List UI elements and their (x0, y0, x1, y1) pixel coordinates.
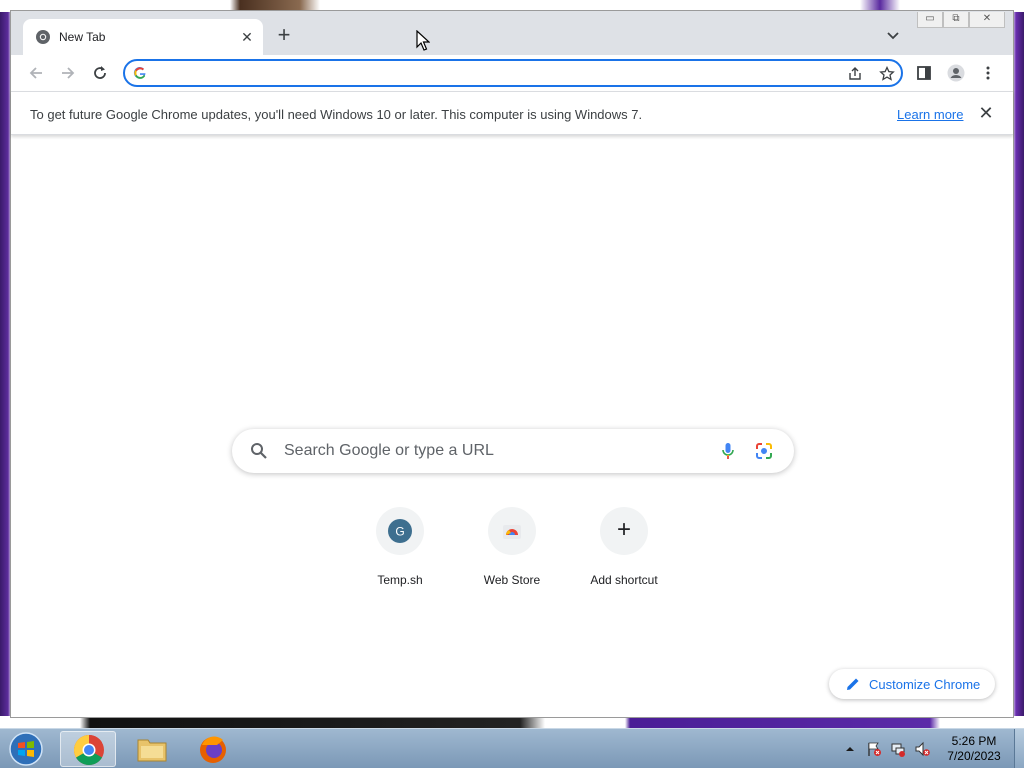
chrome-icon (73, 735, 104, 766)
tab-close-icon[interactable]: ✕ (238, 28, 256, 46)
back-arrow-icon[interactable] (27, 64, 45, 82)
mouse-cursor-icon (416, 30, 430, 51)
action-center-flag-icon[interactable] (866, 741, 882, 757)
show-desktop-button[interactable] (1014, 729, 1024, 768)
chrome-window: New Tab ✕ + ▭ ⧉ ✕ To get future Google C… (10, 10, 1014, 718)
minimize-button[interactable]: ▭ (917, 12, 943, 28)
shortcut-label: Web Store (483, 573, 541, 587)
shortcut-temp-sh[interactable]: G Temp.sh (344, 507, 456, 597)
share-icon[interactable] (847, 66, 863, 82)
taskbar-firefox[interactable] (186, 731, 242, 767)
taskbar-chrome[interactable] (60, 731, 116, 767)
omnibox-input[interactable] (153, 64, 833, 82)
temp-sh-letter: G (395, 525, 404, 539)
shortcut-icon-circle: G (376, 507, 424, 555)
clock-time: 5:26 PM (951, 734, 997, 748)
reload-icon[interactable] (91, 64, 109, 82)
show-hidden-icons-chevron-icon[interactable] (844, 741, 856, 757)
customize-chrome-button[interactable]: Customize Chrome (829, 669, 995, 699)
learn-more-link[interactable]: Learn more (897, 107, 963, 122)
tab-new-tab[interactable]: New Tab ✕ (23, 19, 263, 55)
profile-avatar-icon[interactable] (947, 64, 965, 82)
temp-sh-favicon: G (388, 519, 412, 543)
shortcut-icon-circle: + (600, 507, 648, 555)
folder-icon (137, 739, 167, 762)
forward-arrow-icon[interactable] (59, 64, 77, 82)
tab-search-chevron-icon[interactable] (885, 27, 901, 43)
ntp-search-box[interactable] (232, 429, 794, 473)
side-panel-icon[interactable] (915, 64, 933, 82)
kebab-menu-icon[interactable] (979, 64, 997, 82)
infobar-close-icon[interactable]: ✕ (977, 104, 995, 122)
plus-icon: + (616, 516, 631, 543)
taskbar-clock[interactable]: 5:26 PM 7/20/2023 (938, 734, 1010, 764)
chrome-favicon-icon (36, 30, 50, 44)
tab-title: New Tab (59, 30, 106, 44)
bookmark-star-icon[interactable] (879, 66, 895, 82)
volume-muted-icon[interactable] (914, 741, 930, 757)
windows-start-orb-icon[interactable] (6, 731, 46, 767)
update-infobar: To get future Google Chrome updates, you… (11, 91, 1013, 135)
customize-chrome-label: Customize Chrome (869, 677, 981, 692)
tab-strip: New Tab ✕ + ▭ ⧉ ✕ (11, 11, 1013, 55)
clock-date: 7/20/2023 (947, 749, 1001, 763)
shortcut-label: Add shortcut (590, 573, 658, 587)
shortcut-icon-circle (488, 507, 536, 555)
restore-button[interactable]: ⧉ (943, 12, 969, 28)
infobar-message: To get future Google Chrome updates, you… (30, 107, 643, 122)
search-icon (251, 443, 267, 459)
taskbar: 5:26 PM 7/20/2023 (0, 728, 1024, 768)
add-shortcut[interactable]: + Add shortcut (568, 507, 680, 597)
google-lens-icon[interactable] (754, 441, 774, 461)
close-window-button[interactable]: ✕ (969, 12, 1005, 28)
ntp-search-input[interactable] (284, 441, 684, 461)
toolbar (11, 55, 1013, 91)
shortcut-web-store[interactable]: Web Store (456, 507, 568, 597)
network-icon[interactable] (890, 741, 906, 757)
new-tab-button[interactable]: + (273, 24, 295, 47)
firefox-icon (200, 736, 226, 763)
pencil-icon (847, 678, 859, 690)
microphone-icon[interactable] (718, 441, 738, 461)
web-store-icon (503, 525, 521, 539)
taskbar-file-explorer[interactable] (124, 731, 180, 767)
google-g-icon (133, 67, 146, 79)
shortcut-label: Temp.sh (377, 573, 423, 587)
omnibox[interactable] (123, 59, 903, 87)
